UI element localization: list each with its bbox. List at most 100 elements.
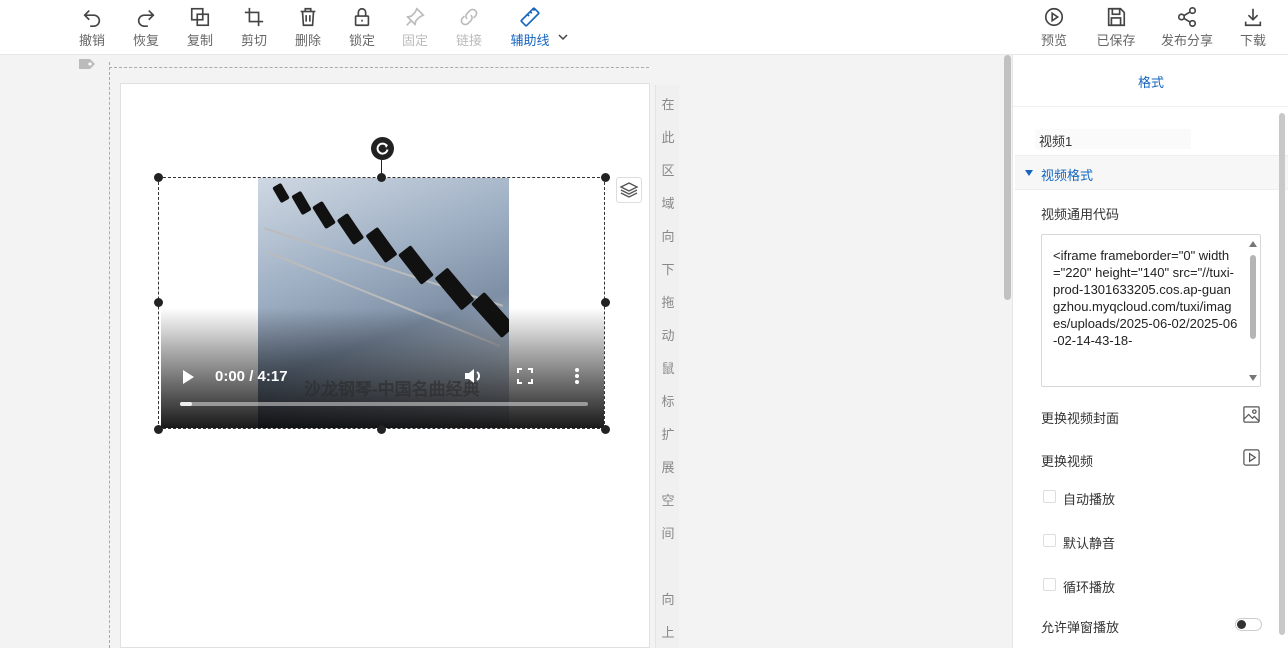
horizontal-guide-line (109, 67, 649, 68)
link-icon (460, 8, 478, 26)
embed-code-scrollbar-thumb[interactable] (1250, 255, 1256, 339)
hint-char: 动 (661, 328, 675, 343)
element-name-field[interactable]: 视频1 (1035, 129, 1191, 149)
expand-area-hint[interactable]: 在 此 区 域 向 下 拖 动 鼠 标 扩 展 空 间 向 上 (655, 85, 679, 648)
hint-char: 鼠 (661, 361, 675, 376)
hint-char: 拖 (661, 295, 675, 310)
resize-handle-bottom[interactable] (377, 425, 386, 434)
crop-label: 剪切 (240, 33, 267, 48)
selection-box (158, 177, 605, 429)
copy-icon (190, 7, 210, 27)
redo-label: 恢复 (132, 33, 159, 48)
preview-label: 预览 (1040, 33, 1067, 48)
caret-down-icon (1025, 170, 1033, 176)
share-icon (1177, 7, 1197, 27)
video-format-section-header[interactable]: 视频格式 (1015, 155, 1288, 190)
hint-char: 扩 (661, 427, 675, 442)
panel-scrollbar[interactable] (1276, 55, 1288, 648)
play-circle-icon (1044, 7, 1064, 27)
allow-popup-toggle[interactable] (1235, 618, 1262, 631)
hint-char: 此 (661, 130, 675, 145)
change-cover-label: 更换视频封面 (1041, 411, 1120, 426)
change-video-label: 更换视频 (1041, 454, 1094, 469)
download-button[interactable]: 下载 (1231, 6, 1275, 49)
resize-handle-bottom-left[interactable] (154, 425, 163, 434)
guides-label: 辅助线 (510, 33, 550, 48)
embed-code-textarea[interactable]: <iframe frameborder="0" width="220" heig… (1041, 234, 1261, 387)
canvas-scrollbar[interactable] (1002, 55, 1012, 648)
save-button[interactable]: 已保存 (1093, 6, 1139, 49)
save-label: 已保存 (1096, 33, 1136, 48)
resize-handle-top-right[interactable] (601, 173, 610, 182)
download-label: 下载 (1239, 33, 1266, 48)
canvas-scrollbar-thumb[interactable] (1004, 55, 1011, 300)
pin-icon (406, 7, 425, 26)
hint-char: 向 (661, 592, 675, 607)
loop-label: 循环播放 (1063, 580, 1116, 595)
rotate-handle[interactable] (371, 137, 394, 160)
trash-icon (300, 7, 316, 27)
image-icon[interactable] (1242, 405, 1261, 424)
lock-button[interactable]: 锁定 (340, 6, 384, 49)
toggle-knob (1237, 620, 1246, 629)
redo-button[interactable]: 恢复 (124, 6, 168, 49)
tab-format[interactable]: 格式 (1013, 55, 1288, 107)
autoplay-label: 自动播放 (1063, 492, 1116, 507)
hint-char: 下 (661, 262, 675, 277)
copy-label: 复制 (186, 33, 213, 48)
vertical-guide-line (109, 62, 110, 648)
preview-button[interactable]: 预览 (1032, 6, 1076, 49)
undo-button[interactable]: 撤销 (70, 6, 114, 49)
undo-label: 撤销 (78, 33, 105, 48)
link-label: 链接 (455, 33, 482, 48)
muted-label: 默认静音 (1063, 536, 1116, 551)
resize-handle-top-left[interactable] (154, 173, 163, 182)
delete-label: 删除 (294, 33, 321, 48)
rotate-icon (376, 142, 389, 155)
embed-code-scrollbar[interactable] (1248, 239, 1258, 383)
delete-button[interactable]: 删除 (286, 6, 330, 49)
hint-char: 域 (661, 196, 675, 211)
resize-handle-left[interactable] (154, 298, 163, 307)
hint-char: 上 (661, 625, 675, 640)
video-file-icon[interactable] (1242, 448, 1261, 467)
resize-handle-right[interactable] (601, 298, 610, 307)
hint-char: 间 (661, 526, 675, 541)
guides-button[interactable]: 辅助线 (508, 6, 552, 49)
copy-button[interactable]: 复制 (178, 6, 222, 49)
autoplay-checkbox[interactable] (1043, 490, 1056, 503)
lock-label: 锁定 (348, 33, 375, 48)
resize-handle-top[interactable] (377, 173, 386, 182)
embed-code-text: <iframe frameborder="0" width="220" heig… (1053, 248, 1238, 348)
hint-char: 展 (661, 460, 675, 475)
scroll-down-arrow-icon[interactable] (1249, 375, 1257, 381)
hint-char: 空 (661, 493, 675, 508)
panel-scrollbar-thumb[interactable] (1279, 113, 1285, 635)
scroll-up-arrow-icon[interactable] (1249, 241, 1257, 247)
layers-icon (619, 182, 639, 198)
tag-icon (79, 59, 95, 69)
publish-share-button[interactable]: 发布分享 (1158, 6, 1216, 49)
pin-label: 固定 (401, 33, 428, 48)
muted-checkbox[interactable] (1043, 534, 1056, 547)
allow-popup-label: 允许弹窗播放 (1041, 620, 1120, 635)
download-icon (1244, 8, 1262, 27)
top-toolbar: 撤销 恢复 复制 剪切 删除 锁定 固定 链接 辅助线 预览 已保存 发布分享 … (0, 0, 1288, 55)
format-panel: 格式 视频1 视频格式 视频通用代码 <iframe frameborder="… (1012, 55, 1288, 648)
embed-code-label: 视频通用代码 (1041, 207, 1120, 222)
undo-icon (83, 9, 101, 27)
chevron-down-icon[interactable] (556, 30, 570, 44)
layers-button[interactable] (616, 177, 642, 203)
save-icon (1107, 7, 1126, 27)
pin-button[interactable]: 固定 (393, 6, 437, 49)
link-button[interactable]: 链接 (447, 6, 491, 49)
hint-char: 在 (661, 97, 675, 112)
redo-icon (137, 9, 155, 27)
loop-checkbox[interactable] (1043, 578, 1056, 591)
lock-icon (354, 7, 370, 27)
resize-handle-bottom-right[interactable] (601, 425, 610, 434)
crop-button[interactable]: 剪切 (232, 6, 276, 49)
video-format-section-title: 视频格式 (1041, 168, 1094, 183)
hint-char: 向 (661, 229, 675, 244)
hint-char: 标 (661, 394, 675, 409)
